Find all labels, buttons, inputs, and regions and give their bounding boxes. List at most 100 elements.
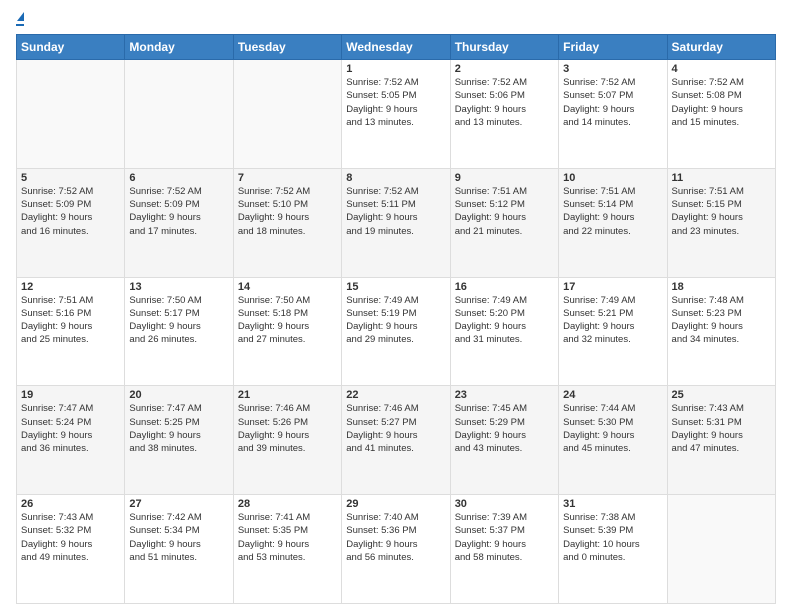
day-number: 29 [346, 498, 445, 510]
calendar-cell: 26Sunrise: 7:43 AM Sunset: 5:32 PM Dayli… [17, 495, 125, 604]
day-number: 3 [563, 63, 662, 75]
day-number: 2 [455, 63, 554, 75]
calendar-cell: 7Sunrise: 7:52 AM Sunset: 5:10 PM Daylig… [233, 168, 341, 277]
weekday-header-wednesday: Wednesday [342, 35, 450, 60]
calendar-cell: 2Sunrise: 7:52 AM Sunset: 5:06 PM Daylig… [450, 60, 558, 169]
day-number: 27 [129, 498, 228, 510]
day-info: Sunrise: 7:52 AM Sunset: 5:11 PM Dayligh… [346, 185, 445, 238]
day-number: 24 [563, 389, 662, 401]
day-info: Sunrise: 7:46 AM Sunset: 5:26 PM Dayligh… [238, 402, 337, 455]
day-info: Sunrise: 7:52 AM Sunset: 5:10 PM Dayligh… [238, 185, 337, 238]
calendar-cell: 4Sunrise: 7:52 AM Sunset: 5:08 PM Daylig… [667, 60, 775, 169]
weekday-header-saturday: Saturday [667, 35, 775, 60]
day-info: Sunrise: 7:50 AM Sunset: 5:17 PM Dayligh… [129, 294, 228, 347]
calendar-cell: 5Sunrise: 7:52 AM Sunset: 5:09 PM Daylig… [17, 168, 125, 277]
day-info: Sunrise: 7:49 AM Sunset: 5:19 PM Dayligh… [346, 294, 445, 347]
day-number: 30 [455, 498, 554, 510]
calendar-cell: 13Sunrise: 7:50 AM Sunset: 5:17 PM Dayli… [125, 277, 233, 386]
day-info: Sunrise: 7:47 AM Sunset: 5:24 PM Dayligh… [21, 402, 120, 455]
day-number: 5 [21, 172, 120, 184]
calendar-cell: 8Sunrise: 7:52 AM Sunset: 5:11 PM Daylig… [342, 168, 450, 277]
calendar-cell: 12Sunrise: 7:51 AM Sunset: 5:16 PM Dayli… [17, 277, 125, 386]
header [16, 12, 776, 26]
day-info: Sunrise: 7:52 AM Sunset: 5:06 PM Dayligh… [455, 76, 554, 129]
day-info: Sunrise: 7:51 AM Sunset: 5:16 PM Dayligh… [21, 294, 120, 347]
day-info: Sunrise: 7:51 AM Sunset: 5:12 PM Dayligh… [455, 185, 554, 238]
weekday-header-monday: Monday [125, 35, 233, 60]
day-number: 28 [238, 498, 337, 510]
weekday-header-row: SundayMondayTuesdayWednesdayThursdayFrid… [17, 35, 776, 60]
calendar-week-3: 12Sunrise: 7:51 AM Sunset: 5:16 PM Dayli… [17, 277, 776, 386]
calendar-cell: 9Sunrise: 7:51 AM Sunset: 5:12 PM Daylig… [450, 168, 558, 277]
day-info: Sunrise: 7:52 AM Sunset: 5:09 PM Dayligh… [21, 185, 120, 238]
day-number: 14 [238, 281, 337, 293]
day-number: 9 [455, 172, 554, 184]
day-info: Sunrise: 7:49 AM Sunset: 5:20 PM Dayligh… [455, 294, 554, 347]
calendar-cell: 1Sunrise: 7:52 AM Sunset: 5:05 PM Daylig… [342, 60, 450, 169]
weekday-header-tuesday: Tuesday [233, 35, 341, 60]
calendar-cell: 10Sunrise: 7:51 AM Sunset: 5:14 PM Dayli… [559, 168, 667, 277]
calendar-cell: 11Sunrise: 7:51 AM Sunset: 5:15 PM Dayli… [667, 168, 775, 277]
calendar-cell: 21Sunrise: 7:46 AM Sunset: 5:26 PM Dayli… [233, 386, 341, 495]
calendar-week-1: 1Sunrise: 7:52 AM Sunset: 5:05 PM Daylig… [17, 60, 776, 169]
calendar-cell [17, 60, 125, 169]
day-number: 12 [21, 281, 120, 293]
calendar-cell: 31Sunrise: 7:38 AM Sunset: 5:39 PM Dayli… [559, 495, 667, 604]
logo [16, 12, 24, 26]
logo-underline [16, 24, 24, 26]
weekday-header-friday: Friday [559, 35, 667, 60]
day-info: Sunrise: 7:52 AM Sunset: 5:07 PM Dayligh… [563, 76, 662, 129]
calendar-week-4: 19Sunrise: 7:47 AM Sunset: 5:24 PM Dayli… [17, 386, 776, 495]
day-number: 23 [455, 389, 554, 401]
day-number: 7 [238, 172, 337, 184]
weekday-header-thursday: Thursday [450, 35, 558, 60]
day-number: 19 [21, 389, 120, 401]
weekday-header-sunday: Sunday [17, 35, 125, 60]
day-info: Sunrise: 7:51 AM Sunset: 5:14 PM Dayligh… [563, 185, 662, 238]
day-info: Sunrise: 7:46 AM Sunset: 5:27 PM Dayligh… [346, 402, 445, 455]
calendar-cell: 27Sunrise: 7:42 AM Sunset: 5:34 PM Dayli… [125, 495, 233, 604]
page: SundayMondayTuesdayWednesdayThursdayFrid… [0, 0, 792, 612]
calendar-cell [125, 60, 233, 169]
day-info: Sunrise: 7:45 AM Sunset: 5:29 PM Dayligh… [455, 402, 554, 455]
day-info: Sunrise: 7:42 AM Sunset: 5:34 PM Dayligh… [129, 511, 228, 564]
calendar-cell: 17Sunrise: 7:49 AM Sunset: 5:21 PM Dayli… [559, 277, 667, 386]
calendar-cell [233, 60, 341, 169]
calendar-cell: 30Sunrise: 7:39 AM Sunset: 5:37 PM Dayli… [450, 495, 558, 604]
calendar-cell: 23Sunrise: 7:45 AM Sunset: 5:29 PM Dayli… [450, 386, 558, 495]
calendar-week-2: 5Sunrise: 7:52 AM Sunset: 5:09 PM Daylig… [17, 168, 776, 277]
calendar-cell: 22Sunrise: 7:46 AM Sunset: 5:27 PM Dayli… [342, 386, 450, 495]
day-info: Sunrise: 7:51 AM Sunset: 5:15 PM Dayligh… [672, 185, 771, 238]
day-number: 11 [672, 172, 771, 184]
calendar-cell: 19Sunrise: 7:47 AM Sunset: 5:24 PM Dayli… [17, 386, 125, 495]
day-number: 13 [129, 281, 228, 293]
calendar-table: SundayMondayTuesdayWednesdayThursdayFrid… [16, 34, 776, 604]
day-info: Sunrise: 7:48 AM Sunset: 5:23 PM Dayligh… [672, 294, 771, 347]
day-number: 8 [346, 172, 445, 184]
day-info: Sunrise: 7:47 AM Sunset: 5:25 PM Dayligh… [129, 402, 228, 455]
day-number: 25 [672, 389, 771, 401]
day-number: 15 [346, 281, 445, 293]
day-number: 20 [129, 389, 228, 401]
day-number: 6 [129, 172, 228, 184]
day-number: 18 [672, 281, 771, 293]
day-number: 1 [346, 63, 445, 75]
day-number: 16 [455, 281, 554, 293]
calendar-week-5: 26Sunrise: 7:43 AM Sunset: 5:32 PM Dayli… [17, 495, 776, 604]
calendar-cell: 16Sunrise: 7:49 AM Sunset: 5:20 PM Dayli… [450, 277, 558, 386]
day-info: Sunrise: 7:41 AM Sunset: 5:35 PM Dayligh… [238, 511, 337, 564]
day-info: Sunrise: 7:49 AM Sunset: 5:21 PM Dayligh… [563, 294, 662, 347]
calendar-cell: 25Sunrise: 7:43 AM Sunset: 5:31 PM Dayli… [667, 386, 775, 495]
day-info: Sunrise: 7:50 AM Sunset: 5:18 PM Dayligh… [238, 294, 337, 347]
day-info: Sunrise: 7:39 AM Sunset: 5:37 PM Dayligh… [455, 511, 554, 564]
calendar-cell: 20Sunrise: 7:47 AM Sunset: 5:25 PM Dayli… [125, 386, 233, 495]
logo-triangle-icon [17, 12, 24, 21]
calendar-cell: 24Sunrise: 7:44 AM Sunset: 5:30 PM Dayli… [559, 386, 667, 495]
day-info: Sunrise: 7:52 AM Sunset: 5:09 PM Dayligh… [129, 185, 228, 238]
day-number: 21 [238, 389, 337, 401]
calendar-cell: 15Sunrise: 7:49 AM Sunset: 5:19 PM Dayli… [342, 277, 450, 386]
day-info: Sunrise: 7:40 AM Sunset: 5:36 PM Dayligh… [346, 511, 445, 564]
calendar-cell: 29Sunrise: 7:40 AM Sunset: 5:36 PM Dayli… [342, 495, 450, 604]
calendar-cell: 28Sunrise: 7:41 AM Sunset: 5:35 PM Dayli… [233, 495, 341, 604]
calendar-cell [667, 495, 775, 604]
